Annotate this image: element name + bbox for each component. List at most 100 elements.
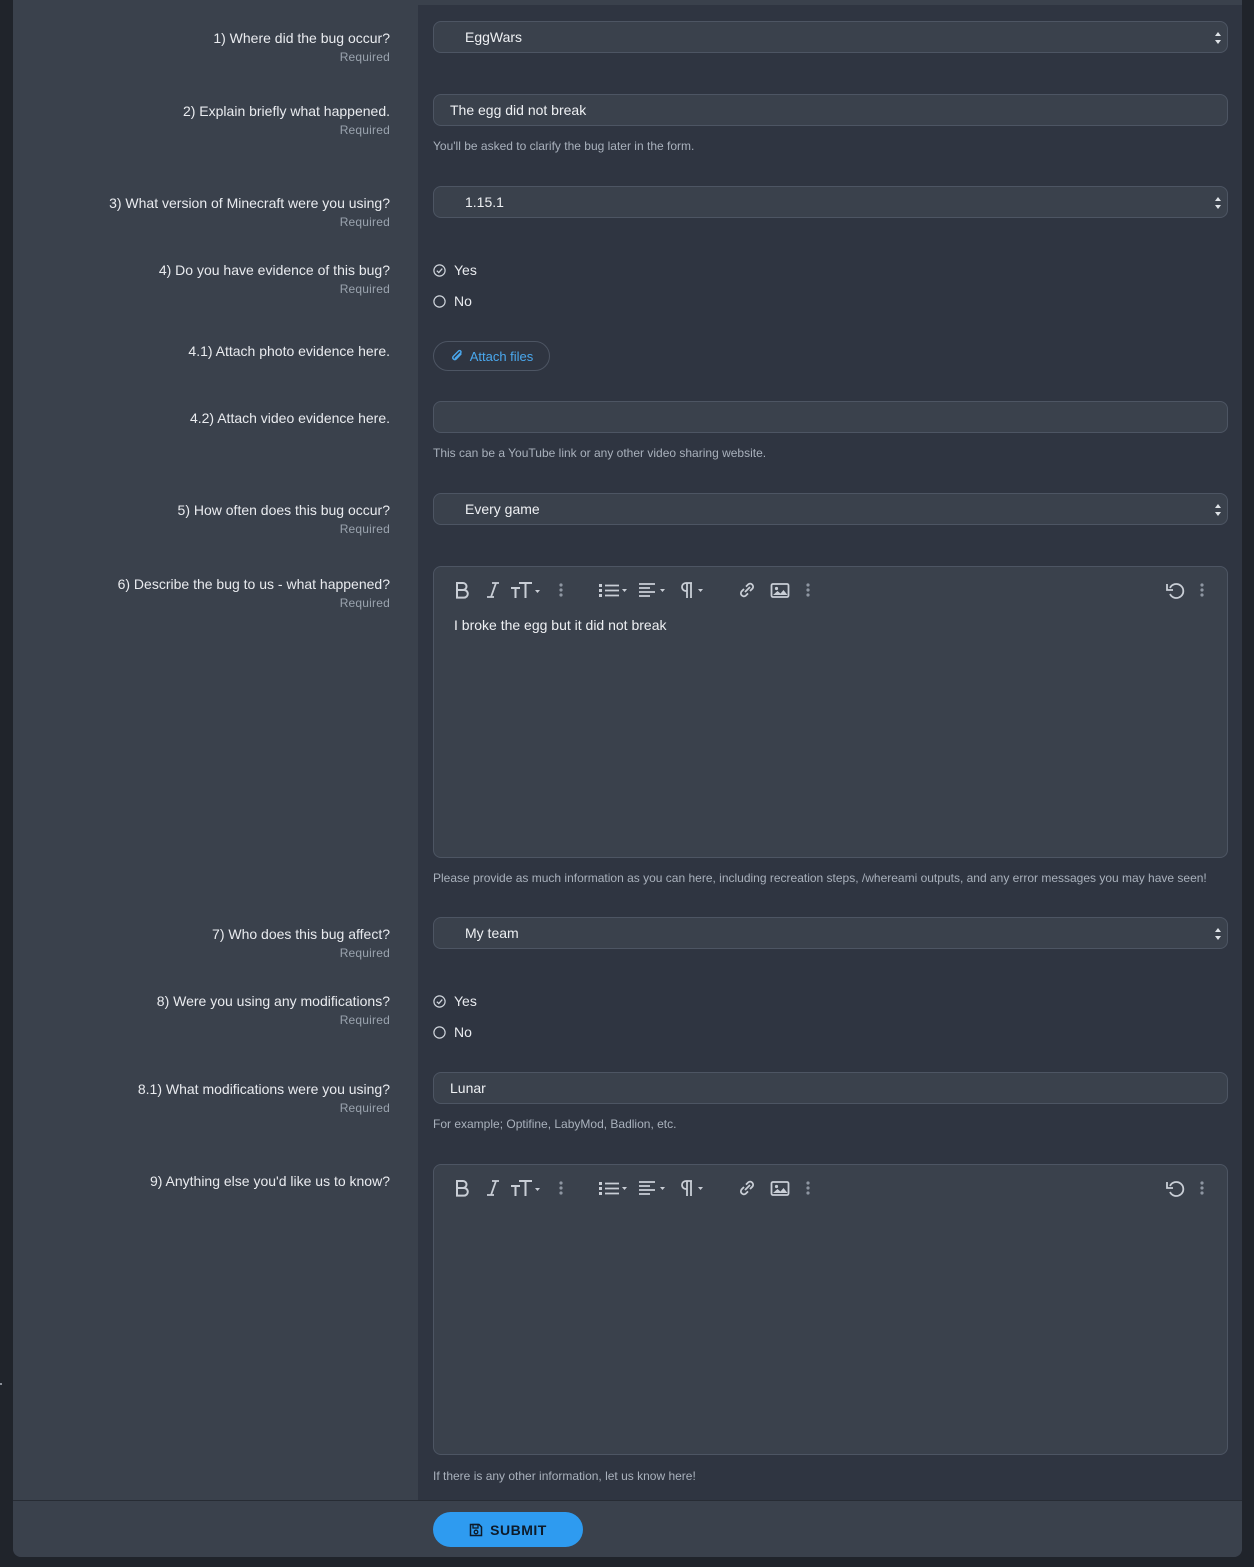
link-icon[interactable] [737,579,757,601]
description-hint: Please provide as much information as yo… [433,871,1207,885]
list-icon[interactable] [598,1177,630,1199]
more-vertical-icon[interactable] [1199,579,1205,601]
paperclip-icon [451,349,462,361]
question-label: 8) Were you using any modifications? [156,993,390,1009]
radio-label: No [454,293,472,309]
input-value: The egg did not break [450,102,587,118]
video-hint: This can be a YouTube link or any other … [433,446,767,460]
version-select[interactable]: 1.15.1 [433,186,1228,218]
radio-unchecked-icon [433,294,446,308]
text-size-icon[interactable] [510,579,542,601]
question-6: 6) Describe the bug to us - what happene… [13,575,390,611]
select-arrows-icon [1215,32,1221,44]
more-vertical-icon[interactable] [558,1177,564,1199]
video-link-input[interactable] [433,401,1228,433]
question-label: 4) Do you have evidence of this bug? [158,262,390,278]
link-icon[interactable] [737,1177,757,1199]
italic-icon[interactable] [486,1177,500,1199]
question-label: 9) Anything else you'd like us to know? [149,1173,390,1189]
summary-input[interactable]: The egg did not break [433,94,1228,126]
question-label: 8.1) What modifications were you using? [137,1081,390,1097]
radio-label: Yes [454,262,477,278]
select-arrows-icon [1215,504,1221,516]
align-icon[interactable] [638,579,668,601]
radio-label: No [454,1024,472,1040]
submit-button[interactable]: SUBMIT [433,1512,583,1547]
attach-label: Attach files [469,348,534,364]
extra-info-editor[interactable] [433,1164,1228,1455]
bold-icon[interactable] [454,1177,470,1199]
question-label: 1) Where did the bug occur? [213,30,390,46]
radio-checked-icon [433,263,446,277]
image-icon[interactable] [770,579,790,601]
attach-files-button[interactable]: Attach files [433,341,550,371]
question-label: 2) Explain briefly what happened. [182,103,390,119]
required-note: Required [339,215,390,229]
more-vertical-icon[interactable] [1199,1177,1205,1199]
image-icon[interactable] [770,1177,790,1199]
question-2: 2) Explain briefly what happened. Requir… [13,102,390,138]
submit-label: SUBMIT [490,1521,547,1538]
question-4: 4) Do you have evidence of this bug? Req… [13,261,390,297]
question-label: 3) What version of Minecraft were you us… [109,195,390,211]
paragraph-icon[interactable] [679,1177,707,1199]
required-note: Required [339,50,390,64]
frequency-select[interactable]: Every game [433,493,1228,525]
more-vertical-icon[interactable] [558,579,564,601]
select-value: EggWars [465,29,523,45]
evidence-no-radio[interactable]: No [433,291,1228,311]
required-note: Required [339,1101,390,1115]
question-4-2: 4.2) Attach video evidence here. [13,409,390,427]
question-label: 5) How often does this bug occur? [177,502,390,518]
radio-checked-icon [433,994,446,1008]
bug-location-select[interactable]: EggWars [433,21,1228,53]
edge-mark [0,1383,2,1385]
evidence-yes-radio[interactable]: Yes [433,260,1228,280]
bug-report-form: 1) Where did the bug occur? Required Egg… [13,0,1242,1557]
list-icon[interactable] [598,579,630,601]
required-note: Required [339,522,390,536]
question-1: 1) Where did the bug occur? Required [13,29,390,65]
top-divider [418,0,1242,5]
required-note: Required [339,123,390,137]
select-arrows-icon [1215,928,1221,940]
question-9: 9) Anything else you'd like us to know? [13,1172,390,1190]
description-editor[interactable]: I broke the egg but it did not break [433,566,1228,858]
form-footer: SUBMIT [13,1500,1242,1557]
radio-label: Yes [454,993,477,1009]
question-label: 4.1) Attach photo evidence here. [188,343,390,359]
extra-info-hint: If there is any other information, let u… [433,1469,696,1483]
paragraph-icon[interactable] [679,579,707,601]
mods-yes-radio[interactable]: Yes [433,991,1228,1011]
select-value: Every game [465,501,540,517]
question-3: 3) What version of Minecraft were you us… [13,194,390,230]
save-icon [469,1523,483,1536]
editor-content[interactable]: I broke the egg but it did not break [434,611,1227,639]
undo-icon[interactable] [1165,579,1185,601]
question-label: 4.2) Attach video evidence here. [189,410,390,426]
required-note: Required [339,282,390,296]
editor-content[interactable] [434,1209,1227,1221]
bold-icon[interactable] [454,579,470,601]
italic-icon[interactable] [486,579,500,601]
more-vertical-icon[interactable] [805,1177,811,1199]
required-note: Required [339,946,390,960]
select-arrows-icon [1215,197,1221,209]
editor-toolbar [434,1165,1227,1209]
mods-input[interactable]: Lunar [433,1072,1228,1104]
mods-no-radio[interactable]: No [433,1022,1228,1042]
question-label: 7) Who does this bug affect? [212,926,390,942]
more-vertical-icon[interactable] [805,579,811,601]
question-label: 6) Describe the bug to us - what happene… [117,576,390,592]
summary-hint: You'll be asked to clarify the bug later… [433,139,695,153]
text-size-icon[interactable] [510,1177,542,1199]
question-8-1: 8.1) What modifications were you using? … [13,1080,390,1116]
question-4-1: 4.1) Attach photo evidence here. [13,342,390,360]
radio-unchecked-icon [433,1025,446,1039]
align-icon[interactable] [638,1177,668,1199]
undo-icon[interactable] [1165,1177,1185,1199]
question-5: 5) How often does this bug occur? Requir… [13,501,390,537]
editor-toolbar [434,567,1227,611]
question-7: 7) Who does this bug affect? Required [13,925,390,961]
affected-select[interactable]: My team [433,917,1228,949]
